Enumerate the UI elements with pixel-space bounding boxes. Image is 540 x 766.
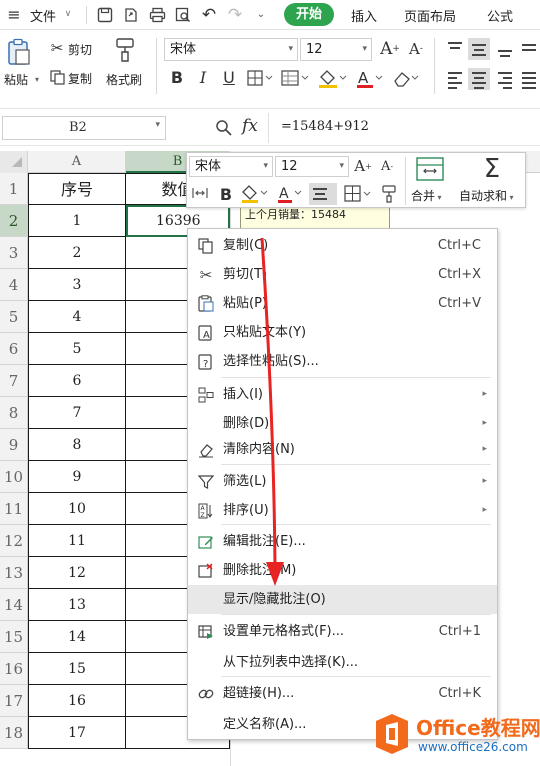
- watermark-brand: Office教程网: [416, 716, 540, 740]
- watermark-logo: Office教程网 www.office26.com: [372, 710, 540, 760]
- red-arrow-annotation: [260, 237, 284, 586]
- office-logo-icon: [376, 714, 408, 754]
- watermark-url: www.office26.com: [418, 740, 528, 754]
- spreadsheet-window: ≡ 文件 ∨ ↶ ↷ ⌄ 开始 插入 页面布局 公式 粘贴 ▾ ✂ 剪切 复制 …: [0, 0, 540, 766]
